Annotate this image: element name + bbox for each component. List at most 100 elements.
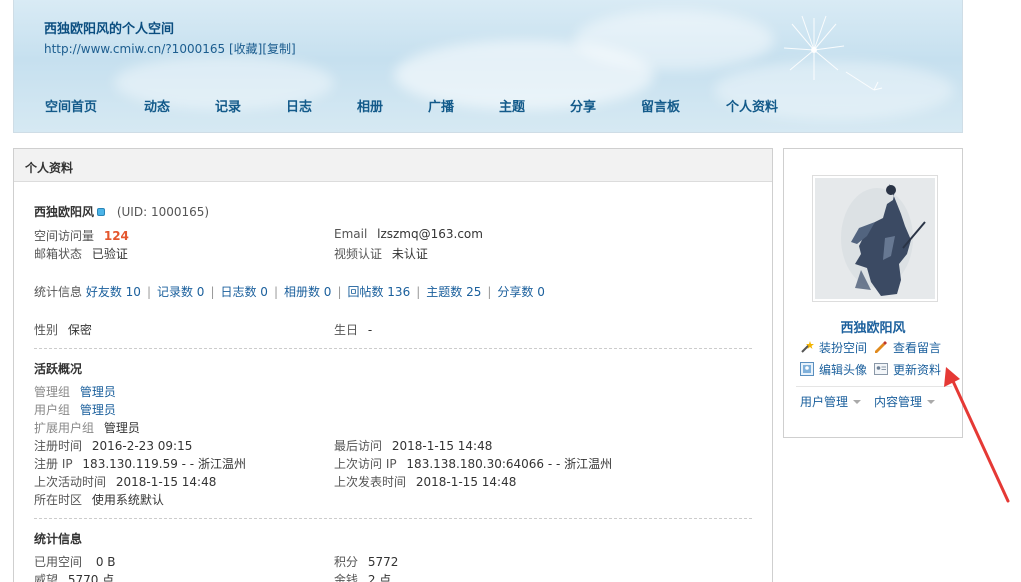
video-label: 视频认证 xyxy=(334,247,383,261)
space-header: 西独欧阳风的个人空间 http://www.cmiw.cn/?1000165 [… xyxy=(13,0,963,133)
last-visit-value: 2018-1-15 14:48 xyxy=(391,439,493,453)
edit-avatar-label: 编辑头像 xyxy=(819,363,868,377)
copy-link[interactable]: [复制] xyxy=(262,42,295,56)
view-messages-label: 查看留言 xyxy=(893,341,942,355)
panel-title: 个人资料 xyxy=(14,149,772,182)
avatar-image xyxy=(815,178,935,299)
profile-username: 西独欧阳风 xyxy=(34,205,95,219)
nav-records[interactable]: 记录 xyxy=(215,96,241,115)
stat-shares[interactable]: 分享数 0 xyxy=(497,285,544,299)
points-value: 5772 xyxy=(367,555,399,569)
gender-row: 性别 保密 xyxy=(34,321,92,338)
nav-profile[interactable]: 个人资料 xyxy=(726,96,778,115)
ext-group-label: 扩展用户组 xyxy=(34,421,95,435)
update-profile-label: 更新资料 xyxy=(893,363,942,377)
mailbox-row: 邮箱状态 已验证 xyxy=(34,245,128,262)
avatar[interactable] xyxy=(812,175,938,302)
wand-icon xyxy=(801,341,814,353)
user-group-row: 用户组 管理员 xyxy=(34,401,116,418)
reg-ip-label: 注册 IP xyxy=(34,457,73,471)
update-profile-link[interactable]: 更新资料 xyxy=(874,361,941,378)
view-messages-link[interactable]: 查看留言 xyxy=(874,339,941,356)
birthday-label: 生日 xyxy=(334,323,359,337)
visits-value: 124 xyxy=(103,229,129,243)
video-row: 视频认证 未认证 xyxy=(334,245,428,262)
money-row: 金钱 2 点 xyxy=(334,571,391,582)
prev-ip-row: 上次访问 IP 183.138.180.30:64066 - - 浙江温州 xyxy=(334,455,612,472)
reg-ip-row: 注册 IP 183.130.119.59 - - 浙江温州 xyxy=(34,455,246,472)
gender-label: 性别 xyxy=(34,323,59,337)
birthday-row: 生日 - xyxy=(334,321,372,338)
stat-records[interactable]: 记录数 0 xyxy=(157,285,204,299)
space-row: 已用空间 0 B xyxy=(34,553,116,570)
stat-threads[interactable]: 主题数 25 xyxy=(426,285,481,299)
visits-label: 空间访问量 xyxy=(34,229,95,243)
stats-label: 统计信息 xyxy=(34,285,83,299)
admin-group-value[interactable]: 管理员 xyxy=(80,385,116,399)
birthday-value: - xyxy=(367,323,373,337)
caret-down-icon xyxy=(927,400,936,404)
stat-friends[interactable]: 好友数 10 xyxy=(86,285,141,299)
profile-side-card: 西独欧阳风 装扮空间 查看留言 编辑头像 更新资料 用户管理 内容管理 xyxy=(783,148,963,438)
side-divider xyxy=(796,386,952,387)
email-label: Email xyxy=(334,227,368,241)
visits-row: 空间访问量 124 xyxy=(34,227,129,244)
stat-replies[interactable]: 回帖数 136 xyxy=(347,285,410,299)
content-manage-menu[interactable]: 内容管理 xyxy=(874,393,936,410)
admin-group-label: 管理组 xyxy=(34,385,71,399)
prestige-value: 5770 点 xyxy=(67,573,115,582)
last-active-value: 2018-1-15 14:48 xyxy=(115,475,217,489)
stats-row: 统计信息 好友数 10 | 记录数 0 | 日志数 0 | 相册数 0 | 回帖数 136 | 主题… xyxy=(34,285,545,299)
ink-swordsman-image xyxy=(815,178,935,299)
reg-ip-value: 183.130.119.59 - - 浙江温州 xyxy=(82,457,246,471)
user-group-value[interactable]: 管理员 xyxy=(80,403,116,417)
nav-share[interactable]: 分享 xyxy=(570,96,596,115)
email-row: Email lzszmq@163.com xyxy=(334,227,483,241)
online-status-icon xyxy=(97,208,106,216)
space-nav: 空间首页 动态 记录 日志 相册 广播 主题 分享 留言板 个人资料 xyxy=(14,96,962,118)
user-manage-menu[interactable]: 用户管理 xyxy=(800,393,862,410)
reg-time-label: 注册时间 xyxy=(34,439,83,453)
side-username[interactable]: 西独欧阳风 xyxy=(784,317,962,336)
profile-card-icon xyxy=(874,363,888,375)
points-row: 积分 5772 xyxy=(334,553,398,570)
nav-feed[interactable]: 动态 xyxy=(144,96,170,115)
last-visit-label: 最后访问 xyxy=(334,439,383,453)
decorate-space-label: 装扮空间 xyxy=(819,341,868,355)
decorate-space-link[interactable]: 装扮空间 xyxy=(800,339,867,356)
user-manage-label: 用户管理 xyxy=(800,395,849,409)
money-label: 金钱 xyxy=(334,573,359,582)
nav-home[interactable]: 空间首页 xyxy=(45,96,97,115)
favorite-link[interactable]: [收藏] xyxy=(229,42,262,56)
space-url-text[interactable]: http://www.cmiw.cn/?1000165 xyxy=(44,42,225,56)
timezone-row: 所在时区 使用系统默认 xyxy=(34,491,164,508)
nav-album[interactable]: 相册 xyxy=(357,96,383,115)
email-value: lzszmq@163.com xyxy=(377,227,483,241)
prestige-row: 威望 5770 点 xyxy=(34,571,114,582)
profile-username-row: 西独欧阳风 (UID: 1000165) xyxy=(34,203,209,220)
space-label: 已用空间 xyxy=(34,555,83,569)
gender-value: 保密 xyxy=(67,323,92,337)
space-url: http://www.cmiw.cn/?1000165 [收藏][复制] xyxy=(44,40,296,57)
pencil-icon xyxy=(875,341,887,353)
nav-blog[interactable]: 日志 xyxy=(286,96,312,115)
ext-group-value: 管理员 xyxy=(103,421,140,435)
timezone-label: 所在时区 xyxy=(34,493,83,507)
last-post-label: 上次发表时间 xyxy=(334,475,407,489)
section-divider xyxy=(34,518,752,519)
user-group-label: 用户组 xyxy=(34,403,71,417)
last-visit-row: 最后访问 2018-1-15 14:48 xyxy=(334,437,492,454)
profile-uid: (UID: 1000165) xyxy=(116,205,210,219)
nav-broadcast[interactable]: 广播 xyxy=(428,96,454,115)
space-value: 0 B xyxy=(95,555,116,569)
last-active-row: 上次活动时间 2018-1-15 14:48 xyxy=(34,473,216,490)
stat-albums[interactable]: 相册数 0 xyxy=(284,285,331,299)
stat-blogs[interactable]: 日志数 0 xyxy=(220,285,267,299)
stats-heading: 统计信息 xyxy=(34,532,83,546)
nav-guestbook[interactable]: 留言板 xyxy=(641,96,680,115)
caret-down-icon xyxy=(853,400,862,404)
nav-threads[interactable]: 主题 xyxy=(499,96,525,115)
edit-avatar-link[interactable]: 编辑头像 xyxy=(800,361,867,378)
mailbox-label: 邮箱状态 xyxy=(34,247,83,261)
content-manage-label: 内容管理 xyxy=(874,395,923,409)
